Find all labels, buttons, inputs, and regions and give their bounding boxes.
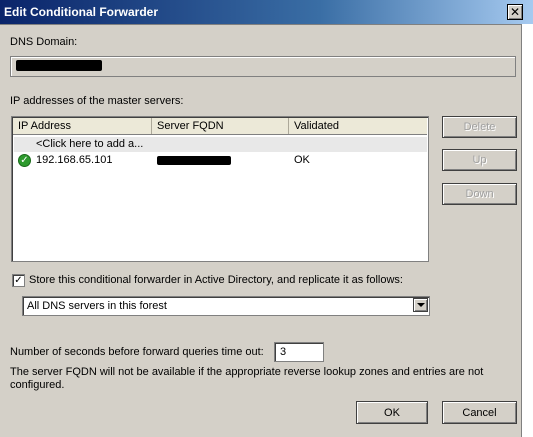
checkmark-icon: ✓ bbox=[14, 275, 23, 286]
store-in-ad-checkbox[interactable]: ✓ bbox=[12, 274, 25, 287]
fqdn-note: The server FQDN will not be available if… bbox=[10, 366, 484, 391]
server-ip: 192.168.65.101 bbox=[36, 154, 113, 166]
master-servers-label: IP addresses of the master servers: bbox=[10, 95, 184, 107]
store-in-ad-label: Store this conditional forwarder in Acti… bbox=[29, 274, 403, 286]
column-header-fqdn[interactable]: Server FQDN bbox=[152, 118, 289, 134]
chevron-down-icon[interactable] bbox=[413, 298, 428, 312]
add-server-row[interactable]: <Click here to add a... bbox=[14, 137, 427, 152]
server-validated: OK bbox=[294, 154, 310, 166]
timeout-label: Number of seconds before forward queries… bbox=[10, 346, 264, 358]
background-strip bbox=[521, 24, 533, 437]
down-button[interactable]: Down bbox=[442, 183, 517, 205]
add-server-text: <Click here to add a... bbox=[36, 138, 144, 150]
title-bar: Edit Conditional Forwarder ✕ bbox=[0, 0, 533, 25]
delete-button[interactable]: Delete bbox=[442, 116, 517, 138]
table-row[interactable]: ✓ 192.168.65.101 OK bbox=[14, 153, 427, 168]
close-icon: ✕ bbox=[509, 5, 521, 19]
replication-scope-select[interactable]: All DNS servers in this forest bbox=[22, 296, 430, 316]
close-button[interactable]: ✕ bbox=[507, 4, 523, 20]
master-servers-list[interactable]: IP Address Server FQDN Validated <Click … bbox=[11, 116, 429, 262]
timeout-input[interactable] bbox=[274, 342, 324, 362]
dns-domain-label: DNS Domain: bbox=[10, 36, 78, 48]
dns-domain-field bbox=[10, 56, 516, 77]
list-header: IP Address Server FQDN Validated bbox=[13, 118, 427, 135]
check-circle-icon: ✓ bbox=[18, 154, 31, 167]
column-header-validated[interactable]: Validated bbox=[289, 118, 427, 134]
cancel-button[interactable]: Cancel bbox=[442, 401, 517, 424]
redacted-domain-value bbox=[16, 60, 102, 71]
replication-scope-value: All DNS servers in this forest bbox=[27, 300, 167, 312]
column-header-ip[interactable]: IP Address bbox=[13, 118, 152, 134]
ok-button[interactable]: OK bbox=[356, 401, 428, 424]
redacted-fqdn-value bbox=[157, 156, 231, 165]
up-button[interactable]: Up bbox=[442, 149, 517, 171]
window-title: Edit Conditional Forwarder bbox=[4, 5, 159, 19]
